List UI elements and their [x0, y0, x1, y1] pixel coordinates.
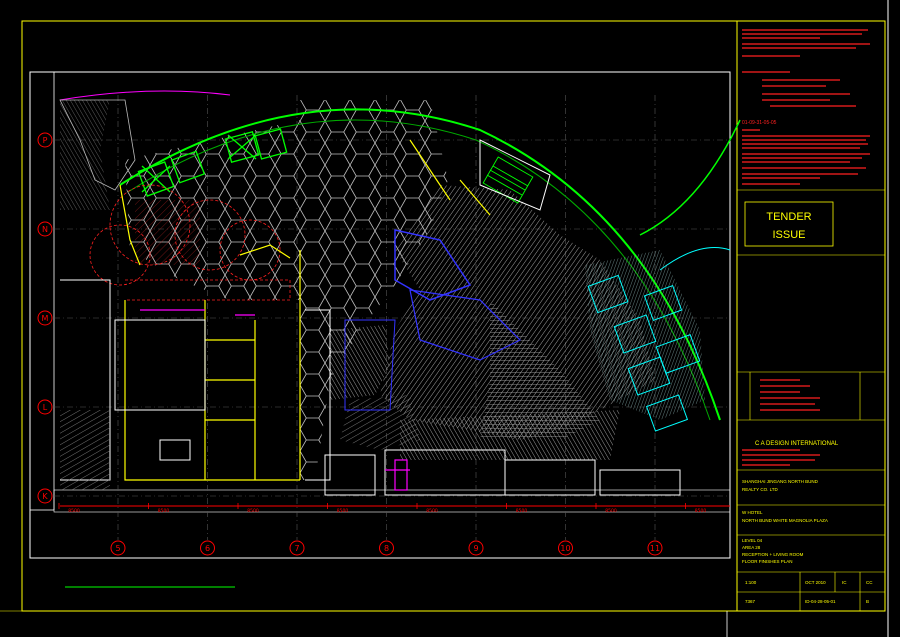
sheet-line1: LEVEL 04 [742, 538, 763, 543]
dimension-label: 8500 [516, 508, 528, 514]
sheet-line2: AREA 28 [742, 545, 761, 550]
grid-col-label: 5 [115, 544, 120, 553]
grid-row-label: L [43, 403, 48, 412]
client-line1: SHANGHAI JINGANG NORTH BUND [742, 479, 819, 484]
grid-col-label: 9 [473, 544, 478, 553]
sheet-line4: FLOOR FINISHES PLAN [742, 559, 793, 564]
grid-col-label: 7 [294, 544, 299, 553]
dimension-label: 8500 [337, 508, 349, 514]
dimension-label: 8500 [247, 508, 259, 514]
grid-row-label: M [42, 314, 49, 323]
grid-col-label: 11 [650, 544, 660, 553]
scale-value: 1:100 [745, 580, 757, 585]
sheet-line3: RECEPTION + LIVING ROOM [742, 552, 804, 557]
date-value: OCT 2010 [805, 580, 826, 585]
tender-line1: TENDER [766, 211, 811, 223]
client-line2: REALTY CO. LTD [742, 487, 779, 492]
grid-col-label: 8 [384, 544, 389, 553]
title-block: TENDER ISSUE 01-09-31-05-05 C A DESIGN I… [737, 29, 885, 612]
checked-by: CC [866, 580, 873, 585]
drawn-by: IC [842, 580, 847, 585]
project-line2: NORTH BUND WHITE MAGNOLIA PLAZA [742, 518, 828, 523]
project-line1: W HOTEL [742, 510, 763, 515]
grid-row-label: K [42, 492, 48, 501]
dimension-label: 8500 [426, 508, 438, 514]
revision-code: 01-09-31-05-05 [742, 120, 777, 126]
drawing-number: ID-04-28-05-01 [805, 599, 836, 604]
dimension-label: 8500 [158, 508, 170, 514]
dimension-labels: 8500 8500 8500 8500 8500 8500 8500 8500 [58, 503, 707, 514]
dimension-label: 8500 [68, 508, 80, 514]
revision-letter: B [866, 599, 869, 604]
dimension-label: 8500 [695, 508, 707, 514]
tender-line2: ISSUE [772, 229, 805, 241]
dimension-label: 8500 [605, 508, 617, 514]
grid-row-label: P [43, 136, 48, 145]
grid-col-label: 10 [560, 544, 570, 553]
grid-col-label: 6 [205, 544, 210, 553]
grid-row-label: N [42, 225, 48, 234]
job-number: 7367 [745, 599, 756, 604]
company-name: C A DESIGN INTERNATIONAL [755, 441, 839, 447]
cad-viewport[interactable]: PNMLK5 6 7 8 9 10 11 8500 8500 8500 8500 8500 8500 8… [0, 0, 900, 637]
